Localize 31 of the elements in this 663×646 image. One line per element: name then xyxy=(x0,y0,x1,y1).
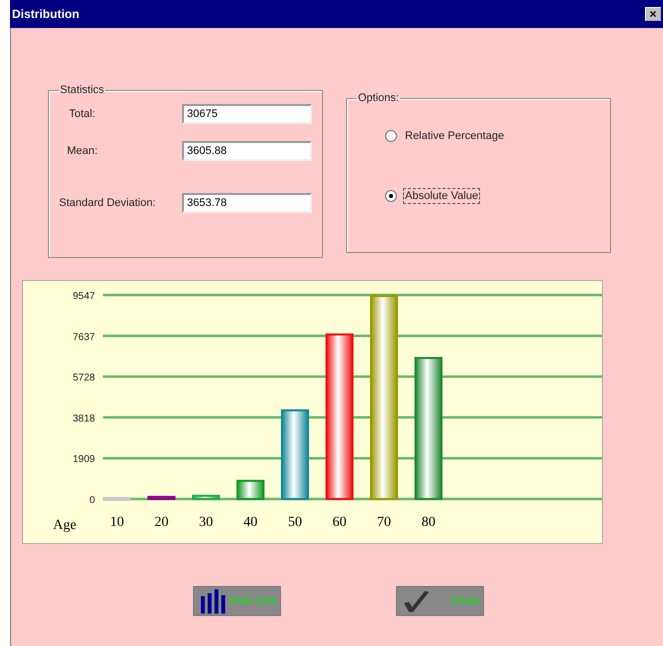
x-tick-label: 60 xyxy=(332,515,346,530)
field-label: Mean: xyxy=(67,145,98,157)
radio-button[interactable] xyxy=(385,190,397,202)
input-field[interactable]: 3605.88 xyxy=(182,141,312,161)
x-tick-label: 10 xyxy=(110,515,124,530)
x-tick-label: 20 xyxy=(154,515,168,530)
y-tick-label: 1909 xyxy=(72,454,95,466)
x-tick-label: 50 xyxy=(288,515,302,530)
checkmark-icon xyxy=(401,589,431,613)
y-tick-label: 9547 xyxy=(72,291,95,302)
group-title: Options: xyxy=(357,92,400,104)
radio-label[interactable]: Relative Percentage xyxy=(403,128,506,144)
radio-button[interactable] xyxy=(385,130,397,142)
x-axis-label: Age xyxy=(53,518,76,533)
x-tick-label: 40 xyxy=(244,515,258,530)
x-tick-label: 30 xyxy=(199,515,213,530)
group-title: Statistics xyxy=(59,84,106,96)
field-label: Standard Deviation: xyxy=(59,197,156,209)
y-tick-label: 7637 xyxy=(72,332,95,343)
bar-chart-icon xyxy=(198,588,228,614)
y-tick-label: 5728 xyxy=(72,372,95,384)
window-title: Distribution xyxy=(12,7,80,21)
field-label: Total: xyxy=(69,108,96,120)
x-tick-label: 70 xyxy=(377,515,391,530)
close-button[interactable]: × xyxy=(645,7,661,21)
y-tick-label: 3818 xyxy=(72,413,95,424)
x-tick-label: 80 xyxy=(422,515,436,530)
input-field[interactable]: 30675 xyxy=(182,104,312,124)
y-tick-label: 0 xyxy=(89,495,95,506)
input-field[interactable]: 3653.78 xyxy=(182,193,312,213)
radio-label[interactable]: Absolute Value xyxy=(403,188,480,204)
